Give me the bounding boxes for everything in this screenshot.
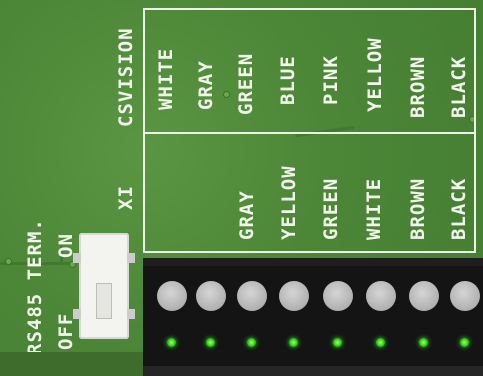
xi-wire-label: BLACK (448, 177, 470, 240)
csvision-wire-label: BROWN (407, 55, 429, 118)
brand-label: CSVISION (115, 27, 137, 127)
pcb-edge (0, 352, 143, 376)
xi-wire-label: YELLOW (278, 165, 300, 240)
terminal-screw[interactable] (450, 281, 480, 311)
csvision-wire-label: GREEN (235, 52, 257, 115)
status-led (167, 338, 176, 347)
status-led (376, 338, 385, 347)
terminal-screw[interactable] (366, 281, 396, 311)
csvision-wire-label: WHITE (155, 47, 177, 110)
status-led (247, 338, 256, 347)
rs485-term-label: RS485 TERM. (24, 218, 46, 355)
terminal-block (143, 258, 483, 366)
xi-wire-label: GRAY (236, 190, 258, 240)
status-led (289, 338, 298, 347)
status-led (206, 338, 215, 347)
status-led (460, 338, 469, 347)
xi-wire-label: WHITE (363, 177, 385, 240)
rs485-termination-switch[interactable] (73, 233, 135, 339)
terminal-screw[interactable] (196, 281, 226, 311)
csvision-wire-label: PINK (320, 55, 342, 105)
terminal-screw[interactable] (323, 281, 353, 311)
connector-label: XI (115, 185, 137, 210)
terminal-screw[interactable] (237, 281, 267, 311)
terminal-screw[interactable] (157, 281, 187, 311)
pcb-via (6, 259, 11, 264)
status-led (419, 338, 428, 347)
terminal-screw[interactable] (279, 281, 309, 311)
csvision-wire-label: GRAY (195, 60, 217, 110)
status-led (333, 338, 342, 347)
xi-wire-label: GREEN (320, 177, 342, 240)
csvision-wire-label: BLACK (448, 55, 470, 118)
terminal-screw[interactable] (409, 281, 439, 311)
terminal-edge (143, 366, 483, 376)
wire-map-divider (145, 132, 474, 134)
xi-wire-label: BROWN (407, 177, 429, 240)
csvision-wire-label: BLUE (277, 55, 299, 105)
csvision-wire-label: YELLOW (364, 37, 386, 112)
switch-slider[interactable] (96, 283, 112, 319)
